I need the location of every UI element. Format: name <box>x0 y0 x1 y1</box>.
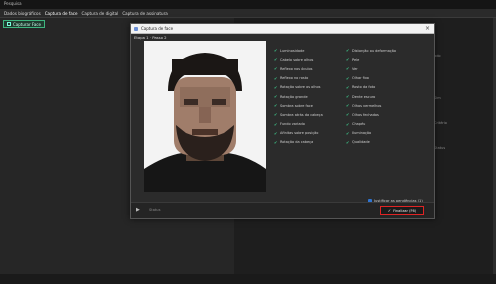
tab-captura-assinatura[interactable]: Captura de assinatura <box>120 11 169 16</box>
check-item: ✔ Olhos fechados <box>346 112 379 118</box>
camera-icon <box>7 22 11 26</box>
capture-face-button[interactable]: Capturar Face <box>3 20 45 28</box>
tab-dados-biograficos[interactable]: Dados biográficos <box>2 11 43 16</box>
check-item: ✔ Dente escuro <box>346 94 376 100</box>
status-strip <box>0 274 496 284</box>
check-item: ✔ Olhar fixo <box>346 75 369 81</box>
check-item: ✔ Sombra sobre face <box>274 103 313 109</box>
dialog-title-bar: Captura de face × <box>131 24 434 34</box>
tab-bar: Dados biográficos Captura de face Captur… <box>0 9 496 18</box>
bg-text-4: Status <box>434 146 446 150</box>
check-item: ✔ Rotação sobre os olhos <box>274 84 321 90</box>
tab-captura-face[interactable]: Captura de face <box>43 11 80 16</box>
close-icon[interactable]: × <box>425 25 430 32</box>
finalize-button[interactable]: ✓ Finalizar (F6) <box>380 206 424 215</box>
check-item: ✔ Rotação da cabeça <box>274 139 314 145</box>
dialog-step-label: Etapa 1 · Passo 2 <box>134 35 167 40</box>
check-icon: ✓ <box>387 208 392 213</box>
app-title: Pesquisa <box>4 1 22 6</box>
check-item: ✔ Iluminação <box>346 130 372 136</box>
check-item: ✔ Luminosidade <box>274 48 305 54</box>
check-item: ✔ Olhos vermelhos <box>346 103 382 109</box>
check-item: ✔ Qualidade <box>346 139 370 145</box>
check-item: ✔ Pele <box>346 57 360 63</box>
play-icon[interactable]: ▶ <box>136 207 140 213</box>
check-item: ✔ Afinitas sobre posição <box>274 130 319 136</box>
check-item: ✔ Rosto da foto <box>346 84 376 90</box>
footer-status-label: Status <box>149 208 161 212</box>
tab-captura-digital[interactable]: Captura de digital <box>80 11 121 16</box>
face-photo <box>144 41 266 192</box>
app-title-bar: Pesquisa <box>0 0 496 9</box>
dialog-title: Captura de face <box>141 26 174 31</box>
check-item: ✔ Sombra atrás da cabeça <box>274 112 323 118</box>
finalize-label: Finalizar (F6) <box>393 208 417 213</box>
bg-text-3: Critério <box>434 121 447 125</box>
check-item: ✔ Distorção ou deformação <box>346 48 397 54</box>
check-item: ✔ Reflexo nos óculos <box>274 66 313 72</box>
check-item: ✔ Chapéu <box>346 121 366 127</box>
pixelated-portrait <box>144 41 266 192</box>
check-item: ✔ Rotação grande <box>274 94 308 100</box>
check-item: ✔ Ver <box>346 66 358 72</box>
dialog-footer: ▶ Status ✓ Finalizar (F6) <box>131 202 434 218</box>
check-item: ✔ Reflexo no rosto <box>274 75 309 81</box>
capture-face-label: Capturar Face <box>13 21 41 27</box>
check-item: ✔ Fundo variado <box>274 121 305 127</box>
face-capture-dialog: Captura de face × Etapa 1 · Passo 2 ✔ Lu… <box>130 23 435 219</box>
app-icon <box>134 27 138 31</box>
check-item: ✔ Cabelo sobre olhos <box>274 57 314 63</box>
